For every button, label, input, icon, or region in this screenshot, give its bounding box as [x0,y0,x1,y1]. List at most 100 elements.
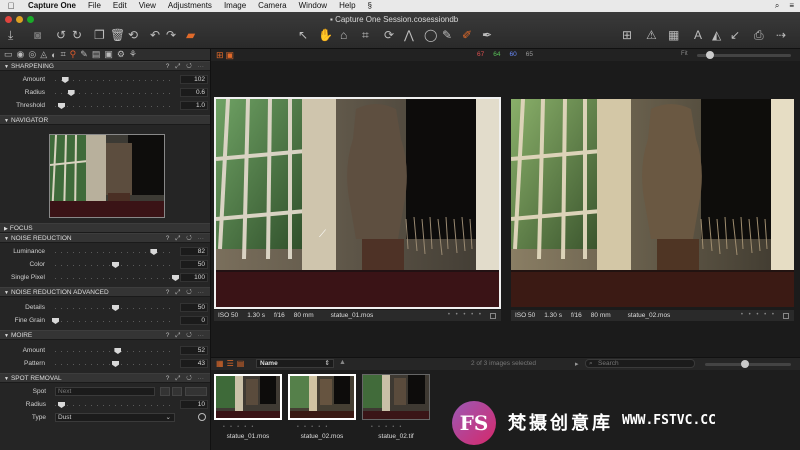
capture-tab-icon[interactable]: ◉ [17,49,25,60]
menu-window[interactable]: Window [293,0,333,12]
zoom-slider-knob[interactable] [706,51,714,59]
navigator-header[interactable]: ▼ NAVIGATOR [0,115,210,125]
list-view-icon[interactable]: ☰ [227,359,237,368]
slider-value-field[interactable]: 102 [180,75,208,84]
noise-reduction-header[interactable]: ▼ NOISE REDUCTION ? ⤢ ↺ ⋯ [0,233,210,243]
exposure-tab-icon[interactable]: ◐ [51,50,56,60]
navigator-thumbnail[interactable] [49,134,165,218]
spot-radius-knob[interactable] [58,402,65,408]
spot-tool-icon[interactable]: ◯ [424,28,437,42]
spot-removal-header[interactable]: ▼ SPOT REMOVAL ? ⤢ ↺ ⋯ [0,373,210,383]
viewer-image-primary[interactable]: ⟋ [214,97,501,309]
thumbnail[interactable] [362,374,430,420]
slider-track[interactable] [55,80,175,81]
slider-value-field[interactable]: 0.6 [180,88,208,97]
settings-tab-icon[interactable]: ⚘ [129,49,137,60]
single-view-icon[interactable]: ⊞ [216,50,226,60]
focus-header[interactable]: ▶ FOCUS [0,223,210,233]
section-actions[interactable]: ? ⤢ ↺ ⋯ [166,374,206,383]
star-rating[interactable]: • • • • • [448,312,483,318]
delete-icon[interactable]: 🗑 [110,28,125,42]
crop-tab-icon[interactable]: ⌗ [61,49,66,60]
slider-track[interactable] [55,278,175,279]
redo-icon[interactable]: ↷ [166,28,176,42]
metadata-tab-icon[interactable]: ▤ [92,49,101,60]
noise-reduction-advanced-header[interactable]: ▼ NOISE REDUCTION ADVANCED ? ⤢ ↺ ⋯ [0,287,210,297]
brush-tool-icon[interactable]: ✎ [442,28,452,42]
slider-knob[interactable] [58,103,65,109]
details-tab-icon[interactable]: ⚲ [70,49,77,60]
annotate-tool-icon[interactable]: ✒ [482,28,492,42]
stack-icon[interactable]: ▰ [186,28,195,42]
menu-view[interactable]: View [133,0,162,12]
rotate-left-icon[interactable]: ↺ [56,28,66,42]
thumb-size-knob[interactable] [741,360,749,368]
slider-track[interactable] [55,106,175,107]
script-menu-icon[interactable]: § [362,0,378,12]
section-actions[interactable]: ? ⤢ ↺ ⋯ [166,62,206,71]
moire-header[interactable]: ▼ MOIRE ? ⤢ ↺ ⋯ [0,330,210,340]
slider-track[interactable] [55,321,175,322]
slider-value-field[interactable]: 100 [180,273,208,282]
focus-mask-icon[interactable]: ▦ [668,28,679,42]
zoom-window-icon[interactable] [27,16,34,23]
section-actions[interactable]: ? ⤢ ↺ ⋯ [166,234,206,243]
multi-view-icon[interactable]: ▣ [226,50,237,60]
rotate-right-icon[interactable]: ↻ [72,28,82,42]
keystone-tool-icon[interactable]: ⋀ [404,28,414,42]
print-icon[interactable]: ⎙ [754,28,764,42]
slider-knob[interactable] [112,305,119,311]
menu-adjustments[interactable]: Adjustments [162,0,218,12]
lens-tab-icon[interactable]: ◎ [28,49,36,60]
slider-knob[interactable] [114,348,122,354]
slider-value-field[interactable]: 52 [180,346,208,355]
color-tab-icon[interactable]: ◬ [40,49,47,60]
process-icon[interactable]: ↙ [730,28,740,42]
slider-value-field[interactable]: 50 [180,303,208,312]
sort-direction-icon[interactable]: ▲ [339,359,346,366]
menu-image[interactable]: Image [218,0,252,12]
slider-knob[interactable] [112,361,119,367]
spot-remove-button[interactable] [172,387,182,396]
section-actions[interactable]: ? ⤢ ↺ ⋯ [166,288,206,297]
close-window-icon[interactable] [5,16,12,23]
color-tag-icon[interactable] [783,313,789,319]
slider-knob[interactable] [112,262,119,268]
copy-adjustments-icon[interactable]: ❐ [94,28,105,42]
section-actions[interactable]: ? ⤢ ↺ ⋯ [166,331,206,340]
picker-tool-icon[interactable]: ✐ [462,28,472,42]
rotate-tool-icon[interactable]: ⟳ [384,28,394,42]
sort-select[interactable]: Name ⇕ [256,359,334,368]
thumbnail[interactable] [288,374,356,420]
output-tab-icon[interactable]: ▣ [104,49,113,60]
undo-icon[interactable]: ↶ [150,28,160,42]
thumbnail-rating[interactable]: • • • • • [371,424,403,430]
search-input[interactable]: ⌕ Search [585,359,695,368]
star-rating[interactable]: • • • • • [741,312,776,318]
menu-camera[interactable]: Camera [252,0,292,12]
library-tab-icon[interactable]: ▭ [4,49,13,60]
spot-add-button[interactable] [160,387,170,396]
search-icon[interactable]: ⌕ [775,1,779,11]
local-adj-tab-icon[interactable]: ✎ [80,49,88,60]
thumbnail[interactable] [214,374,282,420]
filter-icon[interactable]: ▸ [575,360,579,368]
menu-edit[interactable]: Edit [107,0,133,12]
menu-help[interactable]: Help [333,0,361,12]
slider-knob[interactable] [61,77,69,83]
slider-knob[interactable] [150,249,158,255]
viewer-image-secondary[interactable] [511,99,794,307]
slider-value-field[interactable]: 0 [180,316,208,325]
sharpening-header[interactable]: ▼ SHARPENING ? ⤢ ↺ ⋯ [0,61,210,71]
menu-app-name[interactable]: Capture One [22,0,82,12]
slider-knob[interactable] [52,318,59,324]
text-overlay-icon[interactable]: A [694,28,702,42]
grid-toggle-icon[interactable]: ⊞ [622,28,632,42]
share-icon[interactable]: ⇢ [776,28,786,42]
slider-value-field[interactable]: 1.0 [180,101,208,110]
list-icon[interactable]: ≡ [789,1,794,11]
proofing-icon[interactable]: ◭ [712,28,721,42]
minimize-window-icon[interactable] [16,16,23,23]
batch-tab-icon[interactable]: ⚙ [117,49,125,60]
menu-file[interactable]: File [82,0,107,12]
